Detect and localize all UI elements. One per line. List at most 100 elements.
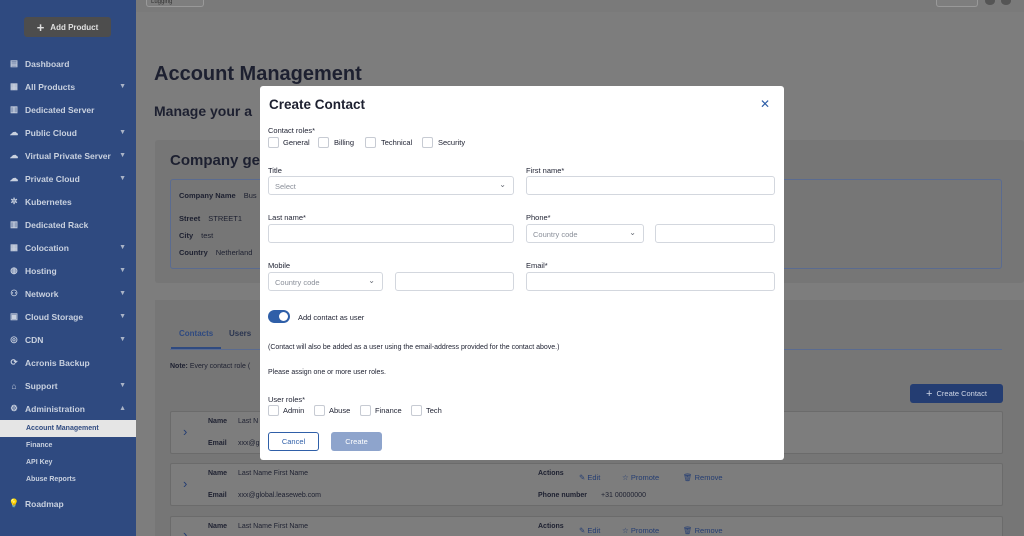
sidebar-item-dedicated-rack[interactable]: ▥ Dedicated Rack bbox=[0, 213, 136, 236]
sidebar-item-cloud-storage[interactable]: ▣ Cloud Storage ▼ bbox=[0, 305, 136, 328]
role-general-checkbox[interactable] bbox=[268, 137, 279, 148]
sidebar-item-virtual-private-server[interactable]: ☁ Virtual Private Server ▼ bbox=[0, 144, 136, 167]
chevron-right-icon[interactable]: › bbox=[183, 527, 187, 536]
top-select[interactable]: Lugging bbox=[146, 0, 204, 7]
country-value: Netherland bbox=[215, 248, 253, 257]
sidebar-item-hosting[interactable]: ◍ Hosting ▼ bbox=[0, 259, 136, 282]
role-billing-label: Billing bbox=[334, 138, 355, 147]
create-contact-button[interactable]: + Create Contact bbox=[910, 384, 1003, 403]
sidebar-item-roadmap[interactable]: 💡 Roadmap bbox=[0, 492, 136, 515]
promote-action[interactable]: ☆ Promote bbox=[622, 473, 659, 482]
name-label: Name bbox=[208, 470, 228, 477]
chevron-down-icon: ▼ bbox=[119, 83, 126, 90]
create-button[interactable]: Create bbox=[331, 432, 382, 451]
remove-action[interactable]: 🗑 Remove bbox=[683, 526, 723, 535]
sidebar-item-administration[interactable]: ⚙ Administration ▲ bbox=[0, 397, 136, 420]
close-icon[interactable]: ✕ bbox=[760, 97, 770, 111]
user-role-abuse-label: Abuse bbox=[329, 406, 351, 415]
sidebar-subitem-abuse-reports[interactable]: Abuse Reports bbox=[0, 471, 136, 488]
role-billing-checkbox[interactable] bbox=[318, 137, 329, 148]
table-row[interactable]: › Name Last Name First Name Email xxx@gl… bbox=[170, 463, 1003, 506]
actions-label: Actions bbox=[538, 470, 564, 477]
first-name-field[interactable] bbox=[526, 176, 775, 195]
gear-icon: ⚙ bbox=[10, 403, 18, 413]
last-name-label: Last name* bbox=[268, 213, 306, 222]
sidebar-item-support[interactable]: ⌂ Support ▼ bbox=[0, 374, 136, 397]
name-value: Last Name First Name bbox=[238, 523, 309, 530]
user-role-admin-checkbox[interactable] bbox=[268, 405, 279, 416]
sidebar-subitem-account-management[interactable]: Account Management bbox=[0, 420, 136, 437]
role-security-label: Security bbox=[438, 138, 466, 147]
promote-action[interactable]: ☆ Promote bbox=[622, 526, 659, 535]
sidebar-item-label: Kubernetes bbox=[25, 196, 72, 207]
phone-country-code-select[interactable]: Country code ⌄ bbox=[526, 224, 644, 243]
email-value: xxx@gl bbox=[238, 440, 262, 447]
create-contact-modal: Create Contact ✕ Contact roles* General … bbox=[260, 86, 784, 460]
sidebar-item-kubernetes[interactable]: ✲ Kubernetes bbox=[0, 190, 136, 213]
chevron-up-icon: ▲ bbox=[119, 405, 126, 412]
storage-icon: ▣ bbox=[9, 311, 19, 321]
user-role-finance-checkbox[interactable] bbox=[360, 405, 371, 416]
name-value: Last Name First Name bbox=[238, 470, 309, 477]
sidebar-subitem-finance[interactable]: Finance bbox=[0, 437, 136, 454]
role-security-checkbox[interactable] bbox=[422, 137, 433, 148]
sidebar-item-acronis-backup[interactable]: ⟳ Acronis Backup bbox=[0, 351, 136, 374]
cancel-button[interactable]: Cancel bbox=[268, 432, 319, 451]
phone-number-field[interactable] bbox=[655, 224, 775, 243]
chevron-down-icon: ▼ bbox=[119, 129, 126, 136]
last-name-field[interactable] bbox=[268, 224, 514, 243]
chevron-down-icon: ⌄ bbox=[629, 228, 636, 237]
city-row: City test bbox=[179, 231, 213, 240]
tab-users[interactable]: Users bbox=[229, 329, 251, 338]
sidebar-item-cdn[interactable]: ◎ CDN ▼ bbox=[0, 328, 136, 351]
country-code-placeholder: Country code bbox=[275, 278, 320, 287]
trash-icon: 🗑 bbox=[683, 473, 693, 482]
add-as-user-label: Add contact as user bbox=[298, 313, 365, 322]
sidebar-item-label: Roadmap bbox=[25, 498, 64, 509]
sidebar-item-label: Support bbox=[25, 380, 58, 391]
kubernetes-icon: ✲ bbox=[10, 196, 18, 206]
chevron-right-icon[interactable]: › bbox=[183, 476, 187, 491]
chevron-down-icon: ⌄ bbox=[368, 276, 375, 285]
sidebar-item-dedicated-server[interactable]: ▥ Dedicated Server bbox=[0, 98, 136, 121]
title-label: Title bbox=[268, 166, 282, 175]
pencil-icon: ✎ bbox=[579, 526, 586, 535]
chevron-right-icon[interactable]: › bbox=[183, 424, 187, 439]
tab-contacts[interactable]: Contacts bbox=[170, 329, 222, 349]
edit-action[interactable]: ✎ Edit bbox=[579, 526, 600, 535]
sidebar-item-all-products[interactable]: ▦ All Products ▼ bbox=[0, 75, 136, 98]
add-as-user-toggle[interactable] bbox=[268, 310, 290, 323]
cloud-icon: ☁ bbox=[9, 173, 19, 183]
rack-icon: ▥ bbox=[9, 219, 19, 229]
sidebar-item-public-cloud[interactable]: ☁ Public Cloud ▼ bbox=[0, 121, 136, 144]
sidebar-item-dashboard[interactable]: ▤ Dashboard bbox=[0, 52, 136, 75]
sidebar-item-private-cloud[interactable]: ☁ Private Cloud ▼ bbox=[0, 167, 136, 190]
page-title: Account Management bbox=[154, 63, 362, 85]
sidebar-item-network[interactable]: ⚇ Network ▼ bbox=[0, 282, 136, 305]
edit-action[interactable]: ✎ Edit bbox=[579, 473, 600, 482]
email-field[interactable] bbox=[526, 272, 775, 291]
table-row[interactable]: › Name Last Name First Name Actions ✎ Ed… bbox=[170, 516, 1003, 536]
sidebar-subitem-api-key[interactable]: API Key bbox=[0, 454, 136, 471]
chevron-down-icon: ▼ bbox=[119, 313, 126, 320]
email-label: Email* bbox=[526, 261, 548, 270]
add-product-button[interactable]: + Add Product bbox=[24, 17, 111, 37]
role-technical-checkbox[interactable] bbox=[365, 137, 376, 148]
mobile-country-code-select[interactable]: Country code ⌄ bbox=[268, 272, 383, 291]
chevron-down-icon: ▼ bbox=[119, 244, 126, 251]
top-right-button[interactable] bbox=[936, 0, 978, 7]
role-general-label: General bbox=[283, 138, 310, 147]
remove-action[interactable]: 🗑 Remove bbox=[683, 473, 723, 482]
cloud-icon: ☁ bbox=[9, 150, 19, 160]
sidebar-item-colocation[interactable]: ▦ Colocation ▼ bbox=[0, 236, 136, 259]
user-role-abuse-checkbox[interactable] bbox=[314, 405, 325, 416]
user-role-tech-checkbox[interactable] bbox=[411, 405, 422, 416]
title-select[interactable]: Select ⌄ bbox=[268, 176, 514, 195]
sidebar-item-label: Virtual Private Server bbox=[25, 150, 111, 161]
contacts-note: Note: Every contact role ( bbox=[170, 363, 250, 370]
chevron-down-icon: ⌄ bbox=[499, 180, 506, 189]
sidebar-item-label: Dedicated Rack bbox=[25, 219, 89, 230]
trash-icon: 🗑 bbox=[683, 526, 693, 535]
mobile-number-field[interactable] bbox=[395, 272, 514, 291]
dashboard-icon: ▤ bbox=[9, 58, 19, 68]
